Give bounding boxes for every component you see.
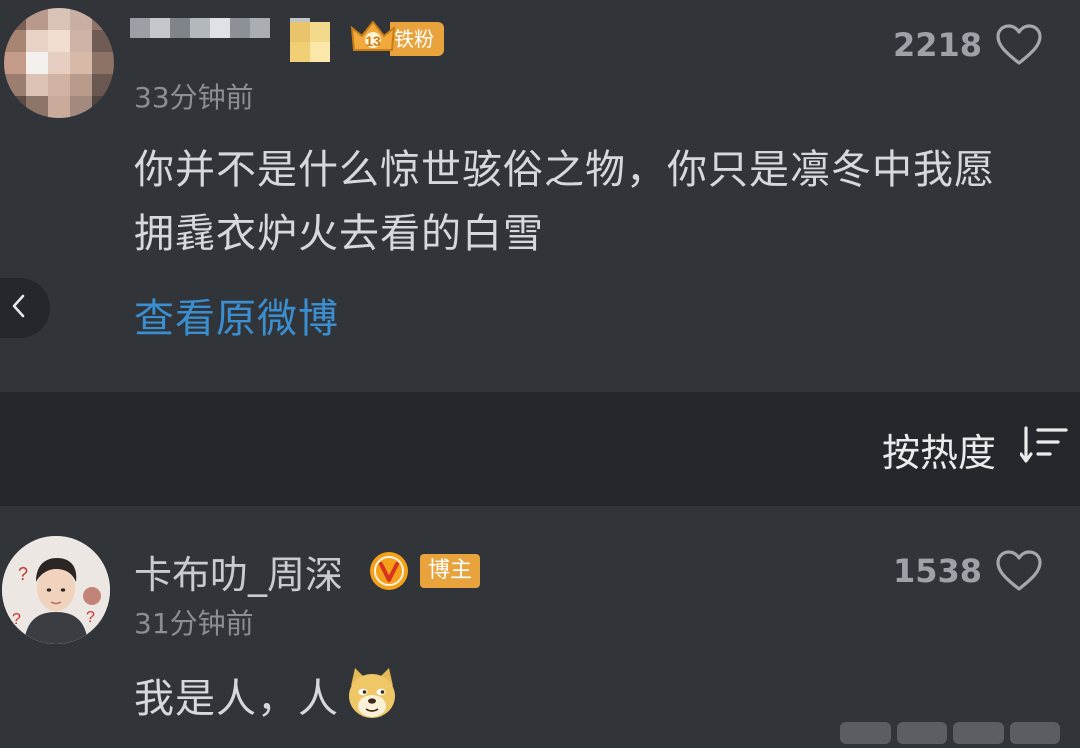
like-button[interactable]: 2218 [893, 24, 1042, 66]
username-redacted [130, 18, 310, 38]
sort-by-hotness-button[interactable]: 按热度 [882, 422, 1068, 477]
heart-outline-icon[interactable] [996, 24, 1042, 66]
username[interactable]: 卡布叻_周深 [134, 544, 343, 599]
comment-text: 你并不是什么惊世骇俗之物，你只是凛冬中我愿 拥毳衣炉火去看的白雪 [134, 138, 1069, 266]
chevron-left-icon [8, 291, 30, 325]
svg-text:?: ? [12, 611, 21, 628]
heart-outline-icon[interactable] [996, 550, 1042, 592]
crown-icon: 13 [350, 20, 396, 58]
comment-text-line: 你并不是什么惊世骇俗之物，你只是凛冬中我愿 [134, 147, 995, 193]
svg-text:?: ? [86, 609, 95, 626]
watermark [840, 722, 1060, 744]
comment-text-line: 拥毳衣炉火去看的白雪 [134, 211, 544, 257]
view-original-link[interactable]: 查看原微博 [134, 286, 339, 344]
like-count: 1538 [892, 552, 982, 590]
comment-time: 33分钟前 [134, 81, 254, 114]
like-button[interactable]: 1538 [893, 550, 1042, 592]
comment-item: ? ? ? 卡布叻_周深 博主 1538 31分钟前 我是人，人 [0, 506, 1080, 748]
sort-bar: 按热度 [0, 392, 1080, 506]
comment-text-line: 我是人，人 [134, 676, 339, 722]
svg-text:?: ? [18, 564, 28, 584]
fan-badge: 13 铁粉 [350, 20, 444, 58]
fan-badge-label: 铁粉 [390, 22, 444, 56]
comment-item: 13 铁粉 2218 33分钟前 你并不是什么惊世骇俗之物，你只是凛冬中我愿 拥… [0, 0, 1080, 392]
back-button[interactable] [0, 278, 50, 338]
verified-v-icon [368, 550, 410, 596]
comment-time: 31分钟前 [134, 607, 254, 640]
sort-label: 按热度 [881, 431, 996, 475]
like-count: 2218 [892, 26, 982, 64]
svg-text:13: 13 [365, 33, 381, 49]
doge-emoji [343, 664, 401, 741]
owner-badge: 博主 [420, 554, 481, 588]
avatar[interactable]: ? ? ? [2, 536, 110, 644]
redacted-block [290, 22, 330, 62]
comment-feed: 13 铁粉 2218 33分钟前 你并不是什么惊世骇俗之物，你只是凛冬中我愿 拥… [0, 0, 1080, 748]
sort-descending-icon [1019, 425, 1068, 474]
avatar[interactable] [4, 8, 114, 118]
